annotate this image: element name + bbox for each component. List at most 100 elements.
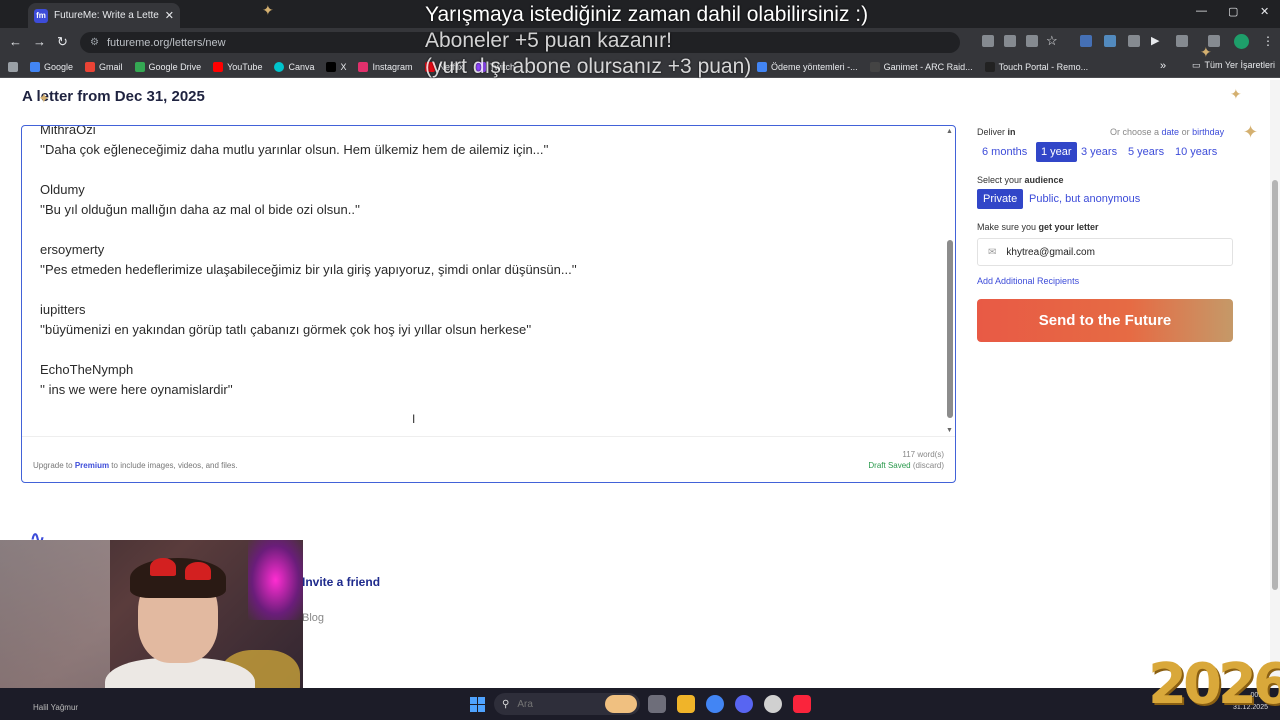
bookmark-canva[interactable]: Canva xyxy=(274,61,314,72)
santa-hat-icon xyxy=(185,562,211,580)
taskbar-search-input[interactable] xyxy=(517,698,618,710)
star-decoration-icon: ✦ xyxy=(262,2,274,18)
deliver-option-1-year[interactable]: 1 year xyxy=(1036,142,1077,162)
audience-label: Select your audience xyxy=(977,175,1064,185)
entry-message: ''büyümenizi en yakından görüp tatlı çab… xyxy=(40,322,532,337)
discord-icon[interactable] xyxy=(735,695,753,713)
scroll-up-icon[interactable]: ▲ xyxy=(946,128,953,135)
bookmark-netflix[interactable]: Netflix xyxy=(424,61,464,72)
premium-link[interactable]: Premium xyxy=(75,461,109,470)
bookmark-twitch[interactable]: Twitch xyxy=(475,61,515,72)
letter-entry: iupitters ''büyümenizi en yakından görüp… xyxy=(40,300,920,340)
bookmark-star-icon[interactable]: ☆ xyxy=(1046,33,1058,49)
bookmark-google-drive[interactable]: Google Drive xyxy=(134,61,201,72)
letter-editor[interactable]: MithraOzi ''Daha çok eğleneceğimiz daha … xyxy=(21,125,956,483)
profile-avatar[interactable] xyxy=(1234,34,1249,49)
deliver-option-5-years[interactable]: 5 years xyxy=(1123,142,1169,162)
canva-icon xyxy=(274,61,285,72)
email-input[interactable] xyxy=(1006,246,1207,258)
close-window-icon[interactable]: ✕ xyxy=(1260,5,1269,18)
cast-icon[interactable] xyxy=(1004,35,1016,47)
bookmark-youtube[interactable]: YouTube xyxy=(213,61,262,72)
bookmarks-overflow-icon[interactable]: » xyxy=(1160,60,1166,72)
user-name: Halil Yağmur xyxy=(33,703,79,712)
webcam-feed xyxy=(0,540,303,710)
folder-icon: ▭ xyxy=(1192,60,1201,70)
santa-hat-icon xyxy=(150,558,176,576)
extension-icon[interactable] xyxy=(1080,35,1092,47)
password-key-icon[interactable] xyxy=(1026,35,1038,47)
scroll-down-icon[interactable]: ▼ xyxy=(946,427,953,434)
choose-birthday-link[interactable]: birthday xyxy=(1192,127,1224,137)
puzzle-extensions-icon[interactable] xyxy=(1176,35,1188,47)
bookmark-google[interactable]: Google xyxy=(30,61,73,72)
draft-saved-label: Draft Saved xyxy=(868,461,911,470)
obs-icon[interactable] xyxy=(764,695,782,713)
bookmark-odeme[interactable]: Ödeme yöntemleri -... xyxy=(757,61,858,72)
music-icon[interactable] xyxy=(793,695,811,713)
apps-grid-icon[interactable] xyxy=(8,61,18,72)
site-info-icon[interactable]: ⚙ xyxy=(90,37,99,48)
page-scroll-thumb[interactable] xyxy=(1272,180,1278,590)
google-drive-icon xyxy=(134,61,145,72)
entry-name: EchoTheNymph xyxy=(40,362,134,377)
windows-taskbar: Halil Yağmur ⚲ 00:00 31.12.2025 xyxy=(0,688,1280,720)
extension-icon[interactable] xyxy=(1128,35,1140,47)
bookmark-gmail[interactable]: Gmail xyxy=(85,61,123,72)
email-field[interactable]: ✉ xyxy=(977,238,1233,266)
translate-icon[interactable] xyxy=(982,35,994,47)
audience-private[interactable]: Private xyxy=(977,189,1024,209)
youtube-icon xyxy=(213,61,224,72)
editor-scroll-thumb[interactable] xyxy=(947,240,953,418)
invite-friend-link[interactable]: Invite a friend xyxy=(302,575,380,589)
entry-name: Oldumy xyxy=(40,182,85,197)
media-play-icon[interactable]: ▶ xyxy=(1151,34,1159,47)
bookmark-x[interactable]: X xyxy=(326,61,346,72)
task-view-icon[interactable] xyxy=(648,695,666,713)
blog-link[interactable]: Blog xyxy=(302,612,324,624)
widget-icon[interactable] xyxy=(605,695,637,713)
windows-start-icon[interactable] xyxy=(470,697,485,712)
word-count: 117 word(s) xyxy=(902,450,944,459)
audience-public-anonymous[interactable]: Public, but anonymous xyxy=(1023,189,1146,209)
page-scrollbar[interactable] xyxy=(1270,80,1280,688)
deliver-option-6-months[interactable]: 6 months xyxy=(977,142,1032,162)
ganimet-icon xyxy=(869,61,880,72)
discard-link[interactable]: (discard) xyxy=(913,461,944,470)
star-decoration-icon: ✦ xyxy=(1200,44,1212,60)
deliver-option-10-years[interactable]: 10 years xyxy=(1170,142,1222,162)
browser-tab[interactable]: fm FutureMe: Write a Letter to the ✕ xyxy=(28,3,180,28)
year-2026-decoration: 2026 xyxy=(1148,652,1280,717)
extension-icon[interactable] xyxy=(1104,35,1116,47)
letter-entry: MithraOzi ''Daha çok eğleneceğimiz daha … xyxy=(40,126,920,160)
url-text[interactable]: futureme.org/letters/new xyxy=(107,37,226,49)
entry-message: ''Daha çok eğleneceğimiz daha mutlu yarı… xyxy=(40,142,549,157)
back-icon[interactable]: ← xyxy=(9,34,22,49)
bookmark-ganimet[interactable]: Ganimet - ARC Raid... xyxy=(869,61,973,72)
send-to-future-button[interactable]: Send to the Future xyxy=(977,299,1233,342)
editor-scrollbar[interactable]: ▲ ▼ xyxy=(946,128,954,436)
x-icon xyxy=(326,61,337,72)
maximize-icon[interactable]: ▢ xyxy=(1228,5,1238,18)
add-recipients-link[interactable]: Add Additional Recipients xyxy=(977,276,1079,286)
minimize-icon[interactable]: — xyxy=(1196,5,1207,17)
entry-name: iupitters xyxy=(40,302,86,317)
tab-title: FutureMe: Write a Letter to the xyxy=(54,10,159,21)
entry-message: ''Pes etmeden hedeflerimize ulaşabileceğ… xyxy=(40,262,577,277)
all-bookmarks-folder[interactable]: ▭ Tüm Yer İşaretleri xyxy=(1192,60,1275,71)
chrome-icon[interactable] xyxy=(706,695,724,713)
choose-date-link[interactable]: date xyxy=(1162,127,1180,137)
bookmark-instagram[interactable]: Instagram xyxy=(358,61,413,72)
letter-textarea[interactable]: MithraOzi ''Daha çok eğleneceğimiz daha … xyxy=(40,126,920,436)
deliver-option-3-years[interactable]: 3 years xyxy=(1076,142,1122,162)
address-bar[interactable]: ⚙ futureme.org/letters/new xyxy=(80,32,960,53)
browser-toolbar: ← → ↻ ⚙ futureme.org/letters/new ☆ ▶ ⋮ xyxy=(0,28,1280,56)
file-explorer-icon[interactable] xyxy=(677,695,695,713)
bookmark-touch-portal[interactable]: Touch Portal - Remo... xyxy=(984,61,1088,72)
reload-icon[interactable]: ↻ xyxy=(57,34,68,50)
close-tab-icon[interactable]: ✕ xyxy=(165,9,174,22)
browser-menu-icon[interactable]: ⋮ xyxy=(1262,34,1274,48)
search-icon: ⚲ xyxy=(502,698,510,710)
forward-icon[interactable]: → xyxy=(33,34,46,49)
gmail-icon xyxy=(85,61,96,72)
